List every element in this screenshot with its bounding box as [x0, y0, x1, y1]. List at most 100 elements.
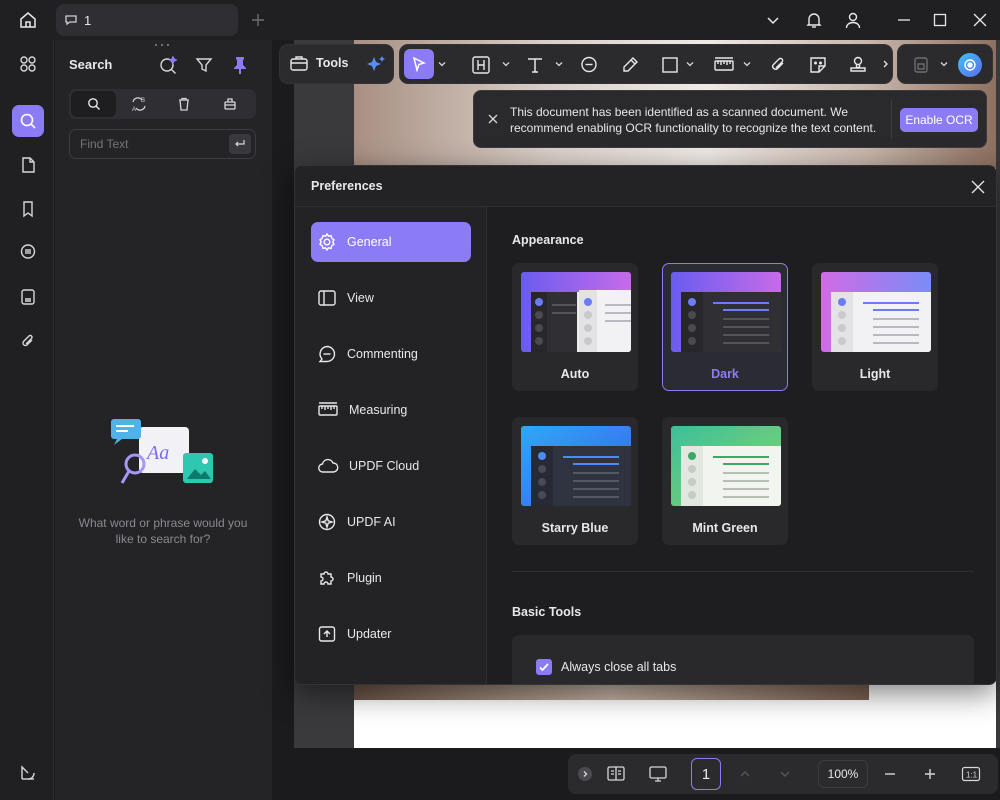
search-sidebar-button[interactable]: [12, 105, 44, 137]
theme-card-light[interactable]: Light: [812, 263, 938, 391]
chevron-down-icon[interactable]: [553, 58, 565, 70]
divider: [891, 99, 892, 139]
form-icon[interactable]: [12, 281, 44, 313]
reading-mode-icon[interactable]: [605, 764, 627, 784]
nav-item-updater[interactable]: Updater: [311, 614, 471, 654]
chevron-down-icon[interactable]: [684, 58, 696, 70]
nav-item-view[interactable]: View: [311, 278, 471, 318]
tools-button[interactable]: Tools: [289, 54, 348, 72]
search-mode-button[interactable]: [71, 91, 116, 117]
nav-label: UPDF AI: [347, 515, 396, 529]
nav-item-updf-cloud[interactable]: UPDF Cloud: [311, 446, 471, 486]
zoom-field[interactable]: 100%: [818, 760, 868, 788]
replace-icon: AB: [132, 97, 146, 112]
updater-icon: [318, 626, 336, 642]
next-page-button[interactable]: [777, 766, 793, 782]
plus-icon: [925, 769, 935, 779]
replace-mode-button[interactable]: AB: [116, 91, 161, 117]
updf-ai-avatar-icon[interactable]: [958, 53, 982, 77]
home-icon[interactable]: [12, 8, 44, 32]
theme-label: Mint Green: [692, 521, 758, 535]
find-text-field[interactable]: [69, 129, 256, 159]
gear-icon: [319, 232, 335, 252]
cursor-icon: [412, 56, 427, 72]
heading-tool-icon[interactable]: [470, 54, 492, 76]
empty-search-message: What word or phrase would you like to se…: [78, 516, 248, 546]
nav-item-measuring[interactable]: Measuring: [311, 390, 471, 430]
zoom-out-button[interactable]: [882, 766, 898, 782]
measure-tool-icon[interactable]: [712, 54, 736, 76]
document-tab[interactable]: 1: [56, 4, 238, 36]
puzzle-icon: [320, 571, 334, 585]
drag-handle[interactable]: [153, 43, 173, 47]
ai-sparkle-icon[interactable]: [365, 54, 387, 76]
theme-label: Starry Blue: [541, 521, 609, 535]
page-number-field[interactable]: 1: [691, 758, 721, 790]
nav-label: Measuring: [349, 403, 408, 417]
ai-search-icon[interactable]: [156, 53, 180, 77]
zoom-in-button[interactable]: [922, 766, 938, 782]
find-text-input[interactable]: [80, 136, 220, 152]
nav-item-general[interactable]: General: [311, 222, 471, 262]
section-divider: [512, 571, 974, 572]
checkbox[interactable]: [536, 659, 552, 675]
nav-label: Commenting: [347, 347, 418, 361]
svg-text:B: B: [141, 98, 145, 104]
sticker-tool-icon[interactable]: [807, 54, 829, 76]
theme-label: Light: [859, 367, 891, 381]
more-tools-icon[interactable]: [881, 58, 891, 70]
save-icon[interactable]: [910, 54, 932, 76]
minimize-button[interactable]: [892, 10, 916, 30]
nav-item-updf-ai[interactable]: UPDF AI: [311, 502, 471, 542]
view-icon: [318, 290, 336, 306]
filter-icon[interactable]: [192, 53, 216, 77]
theme-card-dark[interactable]: Dark: [662, 263, 788, 391]
chevron-down-icon[interactable]: [500, 58, 512, 70]
user-icon[interactable]: [842, 9, 864, 31]
nav-item-commenting[interactable]: Commenting: [311, 334, 471, 374]
chevron-down-icon[interactable]: [436, 58, 448, 70]
select-tool-button[interactable]: [404, 49, 434, 79]
text-tool-icon[interactable]: [524, 54, 546, 76]
chevron-down-icon[interactable]: [938, 58, 950, 70]
nav-item-plugin[interactable]: Plugin: [311, 558, 471, 598]
ocr-banner: This document has been identified as a s…: [473, 90, 987, 148]
thumbnails-icon[interactable]: [12, 48, 44, 80]
updf-logo-icon[interactable]: [12, 756, 44, 788]
new-tab-button[interactable]: [248, 10, 268, 30]
chevron-up-icon: [740, 771, 750, 777]
close-icon[interactable]: [486, 112, 500, 126]
pen-tool-icon[interactable]: [619, 54, 641, 76]
comment-tool-icon[interactable]: [578, 54, 600, 76]
chevron-down-icon[interactable]: [762, 10, 784, 30]
actual-size-button[interactable]: 1:1: [960, 764, 982, 784]
presentation-icon[interactable]: [647, 764, 669, 784]
actual-size-icon: 1:1: [961, 766, 981, 782]
expand-button[interactable]: [578, 767, 592, 781]
preferences-content: Appearance Auto Dark Light Starry Blue M…: [488, 207, 996, 684]
delete-mode-button[interactable]: [161, 91, 206, 117]
bell-icon[interactable]: [803, 9, 825, 31]
bookmark-icon[interactable]: [12, 193, 44, 225]
theme-card-starry-blue[interactable]: Starry Blue: [512, 417, 638, 545]
theme-card-auto[interactable]: Auto: [512, 263, 638, 391]
enable-ocr-button[interactable]: Enable OCR: [900, 108, 978, 132]
close-window-button[interactable]: [968, 10, 992, 30]
attach-tool-icon[interactable]: [767, 54, 789, 76]
attachment-icon[interactable]: [12, 325, 44, 357]
page-icon[interactable]: [12, 149, 44, 181]
theme-card-mint-green[interactable]: Mint Green: [662, 417, 788, 545]
enter-button[interactable]: [229, 134, 251, 154]
shape-tool-icon[interactable]: [659, 54, 681, 76]
always-close-tabs-option[interactable]: Always close all tabs: [536, 659, 676, 675]
theme-preview-light: [821, 272, 931, 352]
chevron-down-icon[interactable]: [741, 58, 753, 70]
previous-page-button[interactable]: [737, 766, 753, 782]
pin-icon[interactable]: [228, 53, 252, 77]
close-dialog-button[interactable]: [969, 178, 987, 196]
maximize-button[interactable]: [928, 10, 952, 30]
stamp-tool-icon[interactable]: [847, 54, 869, 76]
comments-icon[interactable]: [12, 236, 44, 268]
redact-mode-button[interactable]: [207, 91, 252, 117]
comment-icon: [65, 15, 77, 26]
